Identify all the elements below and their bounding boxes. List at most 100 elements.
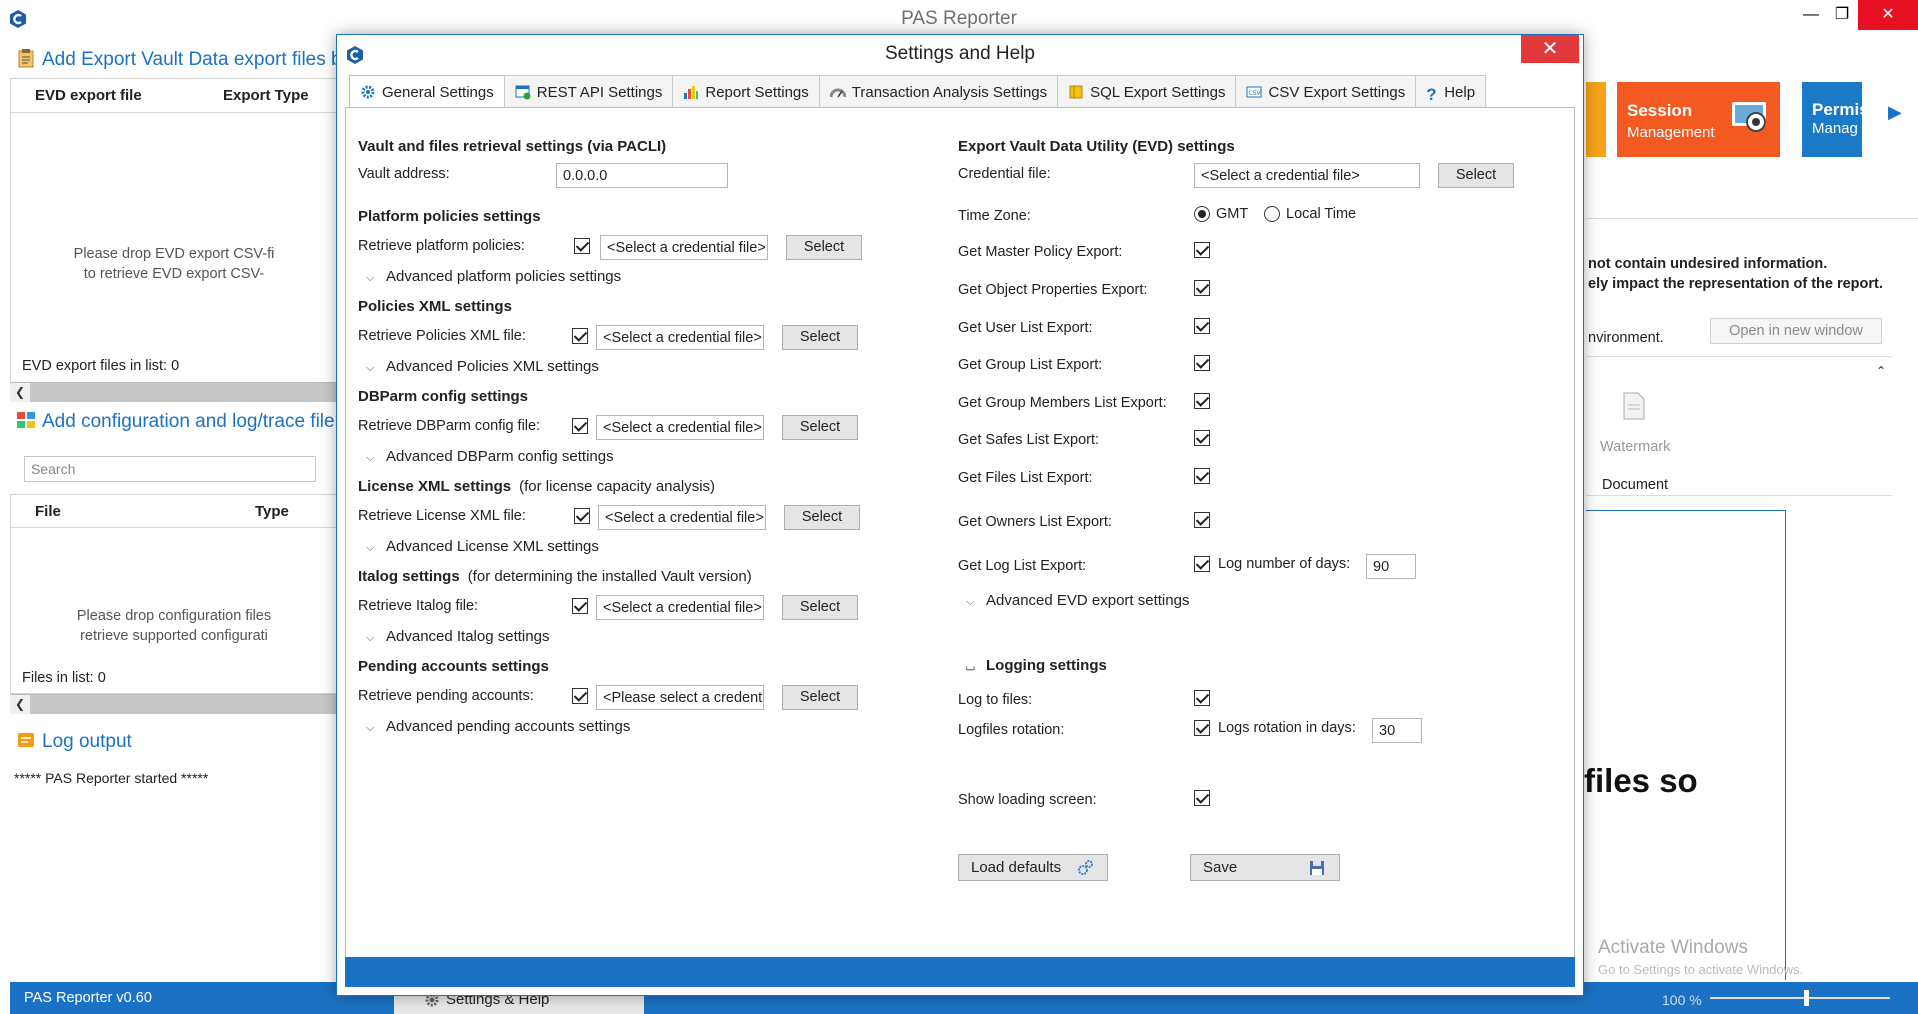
session-management-tile[interactable]: Session Management (1617, 82, 1780, 157)
tab-report-settings[interactable]: Report Settings (672, 75, 820, 108)
files-list-checkbox[interactable] (1194, 468, 1210, 484)
search-input[interactable]: Search (24, 456, 316, 482)
tab-csv-export-settings[interactable]: CSV CSV Export Settings (1235, 75, 1417, 108)
advanced-italog-toggle[interactable]: ⌵ Advanced Italog settings (366, 628, 549, 645)
platform-credential-field[interactable]: <Select a credential file> (600, 235, 768, 260)
log-list-checkbox[interactable] (1194, 556, 1210, 572)
tab-sql-export-settings[interactable]: SQL Export Settings (1057, 75, 1237, 108)
safes-list-checkbox[interactable] (1194, 430, 1210, 446)
config-section-title[interactable]: Add configuration and log/trace file (16, 410, 338, 433)
permissions-management-tile[interactable]: Permis Manag (1802, 82, 1862, 157)
dbparm-select-button[interactable]: Select (782, 415, 858, 440)
italog-select-button[interactable]: Select (782, 595, 858, 620)
column-export-type[interactable]: Export Type (199, 79, 309, 112)
dbparm-credential-field[interactable]: <Select a credential file> (596, 415, 764, 440)
evd-file-grid[interactable]: EVD export file Export Type Please drop … (10, 78, 338, 384)
log-days-label: Log number of days: (1218, 556, 1351, 572)
export-label-object-properties: Get Object Properties Export: (958, 282, 1148, 298)
retrieve-pending-checkbox[interactable] (572, 688, 588, 704)
advanced-platform-toggle[interactable]: ⌵ Advanced platform policies settings (366, 268, 621, 285)
column-file[interactable]: File (11, 495, 231, 527)
load-defaults-button[interactable]: Load defaults (958, 854, 1108, 881)
evd-horizontal-scrollbar[interactable]: ❮ (10, 382, 338, 402)
platform-select-button[interactable]: Select (786, 235, 862, 260)
scroll-left-icon[interactable]: ❮ (10, 695, 30, 714)
log-days-input[interactable]: 90 (1366, 554, 1416, 579)
log-to-files-checkbox[interactable] (1194, 690, 1210, 706)
dialog-close-button[interactable]: ✕ (1521, 35, 1579, 63)
license-select-button[interactable]: Select (784, 505, 860, 530)
advanced-evd-toggle[interactable]: ⌵ Advanced EVD export settings (966, 592, 1189, 609)
policies-select-button[interactable]: Select (782, 325, 858, 350)
logging-settings-label: Logging settings (986, 657, 1107, 674)
dialog-titlebar: Settings and Help ✕ (337, 35, 1583, 75)
retrieve-policies-xml-checkbox[interactable] (572, 328, 588, 344)
italog-credential-field[interactable]: <Select a credential file> (596, 595, 764, 620)
save-label: Save (1203, 859, 1238, 876)
retrieve-platform-policies-checkbox[interactable] (574, 238, 590, 254)
left-panel: Add Export Vault Data export files b EVD… (10, 38, 338, 978)
user-list-checkbox[interactable] (1194, 318, 1210, 334)
advanced-policies-toggle[interactable]: ⌵ Advanced Policies XML settings (366, 358, 599, 375)
group-members-checkbox[interactable] (1194, 393, 1210, 409)
open-new-window-button[interactable]: Open in new window (1710, 318, 1882, 344)
show-loading-checkbox[interactable] (1194, 790, 1210, 806)
column-evd-export-file[interactable]: EVD export file (11, 79, 199, 112)
watermark-icon (1623, 392, 1645, 420)
policies-credential-field[interactable]: <Select a credential file> (596, 325, 764, 350)
scroll-right-icon[interactable]: ▶ (1888, 102, 1902, 123)
config-file-grid[interactable]: File Type Please drop configuration file… (10, 494, 338, 694)
license-heading-label: License XML settings (358, 478, 512, 495)
retrieve-license-label: Retrieve License XML file: (358, 508, 526, 524)
logfiles-rotation-checkbox[interactable] (1194, 720, 1210, 736)
object-properties-checkbox[interactable] (1194, 280, 1210, 296)
advanced-license-toggle[interactable]: ⌵ Advanced License XML settings (366, 538, 599, 555)
retrieve-license-checkbox[interactable] (574, 508, 590, 524)
rotation-days-input[interactable]: 30 (1372, 718, 1422, 743)
settings-dialog: Settings and Help ✕ General Settings RES… (336, 34, 1584, 996)
logfiles-rotation-label: Logfiles rotation: (958, 722, 1065, 738)
evd-credential-field[interactable]: <Select a credential file> (1194, 163, 1420, 188)
retrieve-italog-checkbox[interactable] (572, 598, 588, 614)
chevron-down-icon: ⌵ (366, 542, 375, 554)
chevron-down-icon: ⌵ (366, 362, 375, 374)
tab-rest-api-settings[interactable]: REST API Settings (503, 75, 674, 108)
retrieve-dbparm-checkbox[interactable] (572, 418, 588, 434)
evd-select-button[interactable]: Select (1438, 163, 1514, 188)
master-policy-checkbox[interactable] (1194, 242, 1210, 258)
tab-transaction-analysis-settings[interactable]: Transaction Analysis Settings (818, 75, 1059, 108)
gmt-radio[interactable] (1194, 206, 1210, 222)
config-grid-header: File Type (11, 494, 337, 528)
scroll-left-icon[interactable]: ❮ (10, 383, 30, 402)
tab-general-settings[interactable]: General Settings (349, 75, 505, 109)
log-section-title[interactable]: Log output (16, 730, 338, 753)
evd-drop-message: Please drop EVD export CSV-fi to retriev… (73, 246, 275, 282)
advanced-pending-toggle[interactable]: ⌵ Advanced pending accounts settings (366, 718, 630, 735)
zoom-slider-thumb[interactable] (1804, 990, 1809, 1006)
pending-credential-field[interactable]: <Please select a credential file> (596, 685, 764, 710)
pending-select-button[interactable]: Select (782, 685, 858, 710)
vault-address-input[interactable]: 0.0.0.0 (556, 163, 728, 188)
config-horizontal-scrollbar[interactable]: ❮ (10, 694, 338, 714)
advanced-dbparm-toggle[interactable]: ⌵ Advanced DBParm config settings (366, 448, 614, 465)
evd-section-title[interactable]: Add Export Vault Data export files b (16, 48, 338, 71)
column-type[interactable]: Type (231, 495, 289, 527)
ribbon-strip: Watermark Document (1586, 356, 1892, 496)
general-settings-panel: Vault and files retrieval settings (via … (345, 107, 1575, 963)
owners-list-checkbox[interactable] (1194, 512, 1210, 528)
zoom-slider[interactable] (1710, 997, 1890, 999)
license-xml-heading: License XML settings (for license capacit… (358, 478, 715, 495)
tile-partial[interactable] (1586, 82, 1606, 157)
license-credential-field[interactable]: <Select a credential file> (598, 505, 766, 530)
watermark-button[interactable]: Watermark (1600, 439, 1670, 455)
group-list-checkbox[interactable] (1194, 355, 1210, 371)
document-preview (1586, 510, 1786, 980)
save-button[interactable]: Save (1190, 854, 1340, 881)
main-titlebar: PAS Reporter — ❐ ✕ (0, 0, 1918, 38)
logging-settings-toggle[interactable]: ⌴ Logging settings (966, 657, 1107, 674)
close-button[interactable]: ✕ (1858, 0, 1918, 30)
tab-help[interactable]: ? Help (1415, 75, 1487, 108)
report-note-line1: not contain undesired information. (1588, 256, 1828, 272)
local-time-radio[interactable] (1264, 206, 1280, 222)
italog-heading-label: Italog settings (358, 568, 460, 585)
